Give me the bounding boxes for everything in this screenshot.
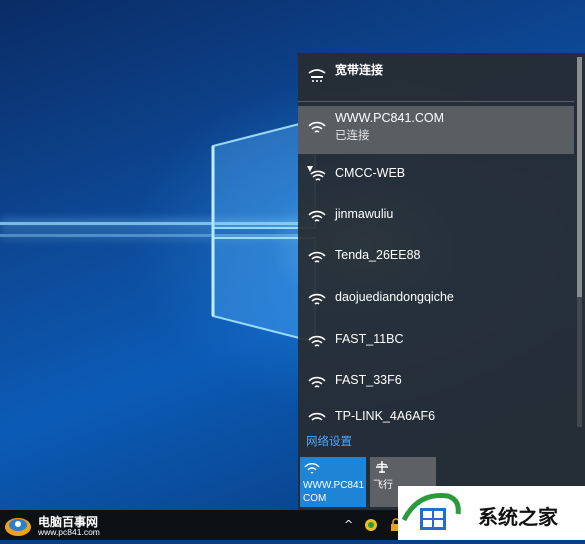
network-item[interactable]: daojuediandongqiche bbox=[298, 278, 574, 318]
dialup-icon bbox=[308, 69, 326, 82]
network-item[interactable]: Tenda_26EE88 bbox=[298, 236, 574, 276]
network-item[interactable]: jinmawuliu bbox=[298, 195, 574, 235]
wifi-icon bbox=[308, 412, 326, 421]
brand-url: www.pc841.com bbox=[38, 527, 100, 537]
network-item[interactable]: FAST_33F6 bbox=[298, 361, 574, 401]
divider bbox=[298, 101, 574, 102]
connected-network-item[interactable]: WWW.PC841.COM 已连接 bbox=[298, 106, 574, 154]
light-beam bbox=[0, 234, 300, 237]
brand-logo: 电脑百事网 www.pc841.com bbox=[4, 512, 100, 538]
system-tray: ^ bbox=[344, 518, 403, 532]
network-item[interactable]: CMCC-WEB bbox=[298, 154, 574, 194]
wifi-tile-label: WWW.PC841. COM bbox=[303, 480, 365, 504]
network-ssid: daojuediandongqiche bbox=[335, 290, 454, 304]
wifi-quick-action-tile[interactable]: WWW.PC841. COM bbox=[300, 457, 366, 507]
network-ssid: CMCC-WEB bbox=[335, 166, 406, 180]
tray-app-icon[interactable] bbox=[363, 518, 379, 532]
scrollbar-thumb[interactable] bbox=[577, 57, 582, 297]
network-ssid: jinmawuliu bbox=[335, 207, 394, 221]
network-ssid: TP-LINK_4A6AF6 bbox=[335, 409, 436, 423]
wifi-icon bbox=[308, 251, 326, 263]
scrollbar[interactable] bbox=[577, 57, 582, 427]
wifi-icon bbox=[308, 376, 326, 388]
wifi-secured-icon bbox=[308, 121, 326, 133]
brand-logo-icon bbox=[5, 518, 31, 536]
wifi-open-warning-icon bbox=[307, 166, 326, 181]
watermark-emblem-icon bbox=[401, 493, 461, 530]
broadband-connection-item[interactable]: 宽带连接 bbox=[298, 53, 574, 101]
watermark-logo: 系统之家 bbox=[398, 486, 585, 540]
network-ssid: Tenda_26EE88 bbox=[335, 248, 421, 262]
network-ssid: FAST_33F6 bbox=[335, 373, 402, 387]
network-status: 已连接 bbox=[335, 128, 370, 142]
wifi-icon bbox=[308, 210, 326, 222]
show-hidden-icons-chevron[interactable]: ^ bbox=[344, 518, 353, 532]
network-ssid: WWW.PC841.COM bbox=[335, 111, 445, 125]
network-item[interactable]: TP-LINK_4A6AF6 bbox=[298, 403, 574, 423]
wifi-icon bbox=[308, 293, 326, 305]
wifi-icon bbox=[304, 463, 320, 474]
network-flyout: 宽带连接 WWW.PC841.COM 已连接 CMCC-WEB jinmawul… bbox=[298, 53, 585, 510]
airplane-icon bbox=[376, 461, 388, 473]
light-beam bbox=[0, 222, 300, 225]
watermark-text: 系统之家 bbox=[478, 505, 558, 529]
wifi-icon bbox=[308, 335, 326, 347]
network-settings-link[interactable]: 网络设置 bbox=[306, 433, 352, 449]
network-item[interactable]: FAST_11BC bbox=[298, 320, 574, 360]
broadband-label: 宽带连接 bbox=[335, 63, 384, 77]
network-ssid: FAST_11BC bbox=[335, 332, 404, 346]
